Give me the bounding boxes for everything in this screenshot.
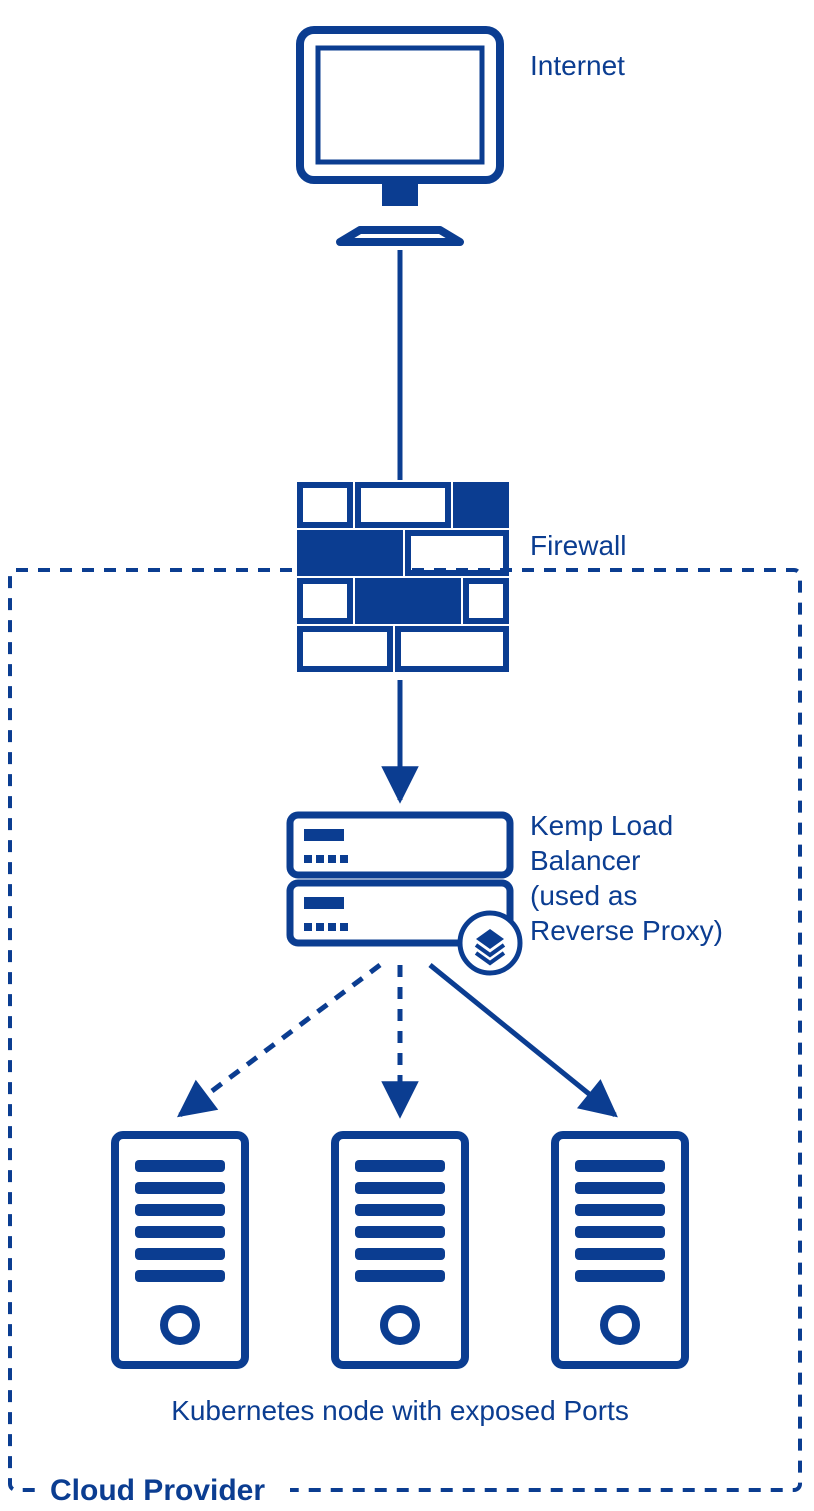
edge-lb-node3 xyxy=(430,965,615,1115)
lb-label-line1: Kemp Load xyxy=(530,810,673,841)
k8s-node-2-icon xyxy=(335,1135,465,1365)
cloud-provider-label: Cloud Provider xyxy=(50,1474,265,1507)
nodes-caption: Kubernetes node with exposed Ports xyxy=(171,1395,629,1426)
lb-label-line4: Reverse Proxy) xyxy=(530,915,723,946)
edge-lb-node1 xyxy=(180,965,380,1115)
firewall-icon xyxy=(300,485,506,669)
lb-label-line2: Balancer xyxy=(530,845,641,876)
firewall-label: Firewall xyxy=(530,530,626,561)
lb-label-line3: (used as xyxy=(530,880,637,911)
internet-label: Internet xyxy=(530,50,625,81)
internet-icon xyxy=(300,30,500,242)
k8s-node-1-icon xyxy=(115,1135,245,1365)
k8s-node-3-icon xyxy=(555,1135,685,1365)
architecture-diagram: Cloud Provider Internet Firewall xyxy=(0,0,814,1511)
load-balancer-icon xyxy=(290,815,520,973)
